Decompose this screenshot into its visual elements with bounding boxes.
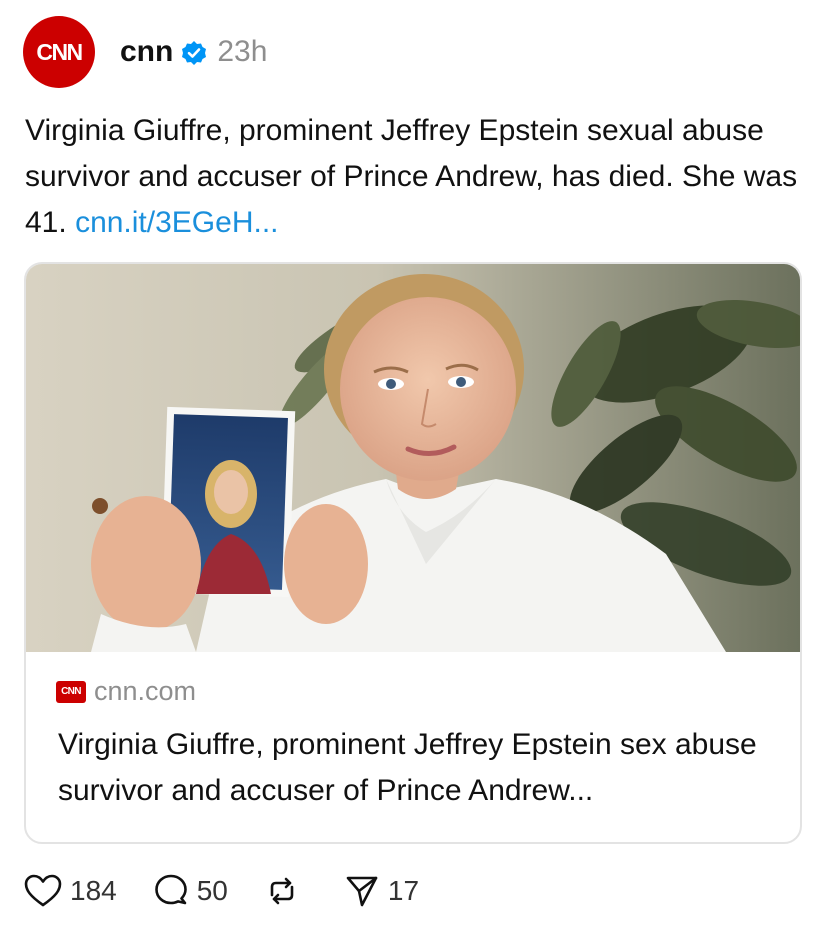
repost-button[interactable] bbox=[264, 873, 308, 909]
repost-icon bbox=[264, 873, 300, 909]
avatar-logo-text: CNN bbox=[36, 38, 83, 65]
link-preview-image[interactable] bbox=[26, 264, 800, 652]
author-handle[interactable]: cnn bbox=[120, 35, 173, 69]
link-preview-footer: CNN cnn.com Virginia Giuffre, prominent … bbox=[26, 652, 800, 842]
post-actions: 184 50 17 bbox=[24, 866, 455, 916]
share-icon bbox=[344, 873, 380, 909]
post: CNN cnn 23h Virginia Giuffre, prominent … bbox=[0, 0, 828, 925]
post-timestamp: 23h bbox=[217, 35, 268, 68]
post-header: cnn 23h bbox=[120, 30, 267, 74]
like-count: 184 bbox=[70, 875, 117, 906]
link-domain: cnn.com bbox=[94, 676, 197, 706]
link-preview-card[interactable]: CNN cnn.com Virginia Giuffre, prominent … bbox=[24, 262, 802, 844]
share-button[interactable]: 17 bbox=[344, 873, 419, 909]
cnn-favicon-icon: CNN bbox=[56, 680, 86, 703]
comment-icon bbox=[153, 873, 189, 909]
link-source: CNN cnn.com bbox=[56, 676, 196, 707]
like-button[interactable]: 184 bbox=[24, 874, 117, 908]
verified-badge-icon bbox=[181, 40, 207, 66]
share-count: 17 bbox=[387, 875, 420, 906]
link-title[interactable]: Virginia Giuffre, prominent Jeffrey Epst… bbox=[58, 722, 778, 814]
post-link[interactable]: cnn.it/3EGeH... bbox=[75, 206, 278, 239]
heart-icon bbox=[24, 874, 62, 908]
reply-count: 50 bbox=[196, 875, 228, 906]
reply-button[interactable]: 50 bbox=[153, 873, 228, 909]
post-body: Virginia Giuffre, prominent Jeffrey Epst… bbox=[25, 108, 815, 246]
author-avatar[interactable]: CNN bbox=[23, 16, 95, 88]
